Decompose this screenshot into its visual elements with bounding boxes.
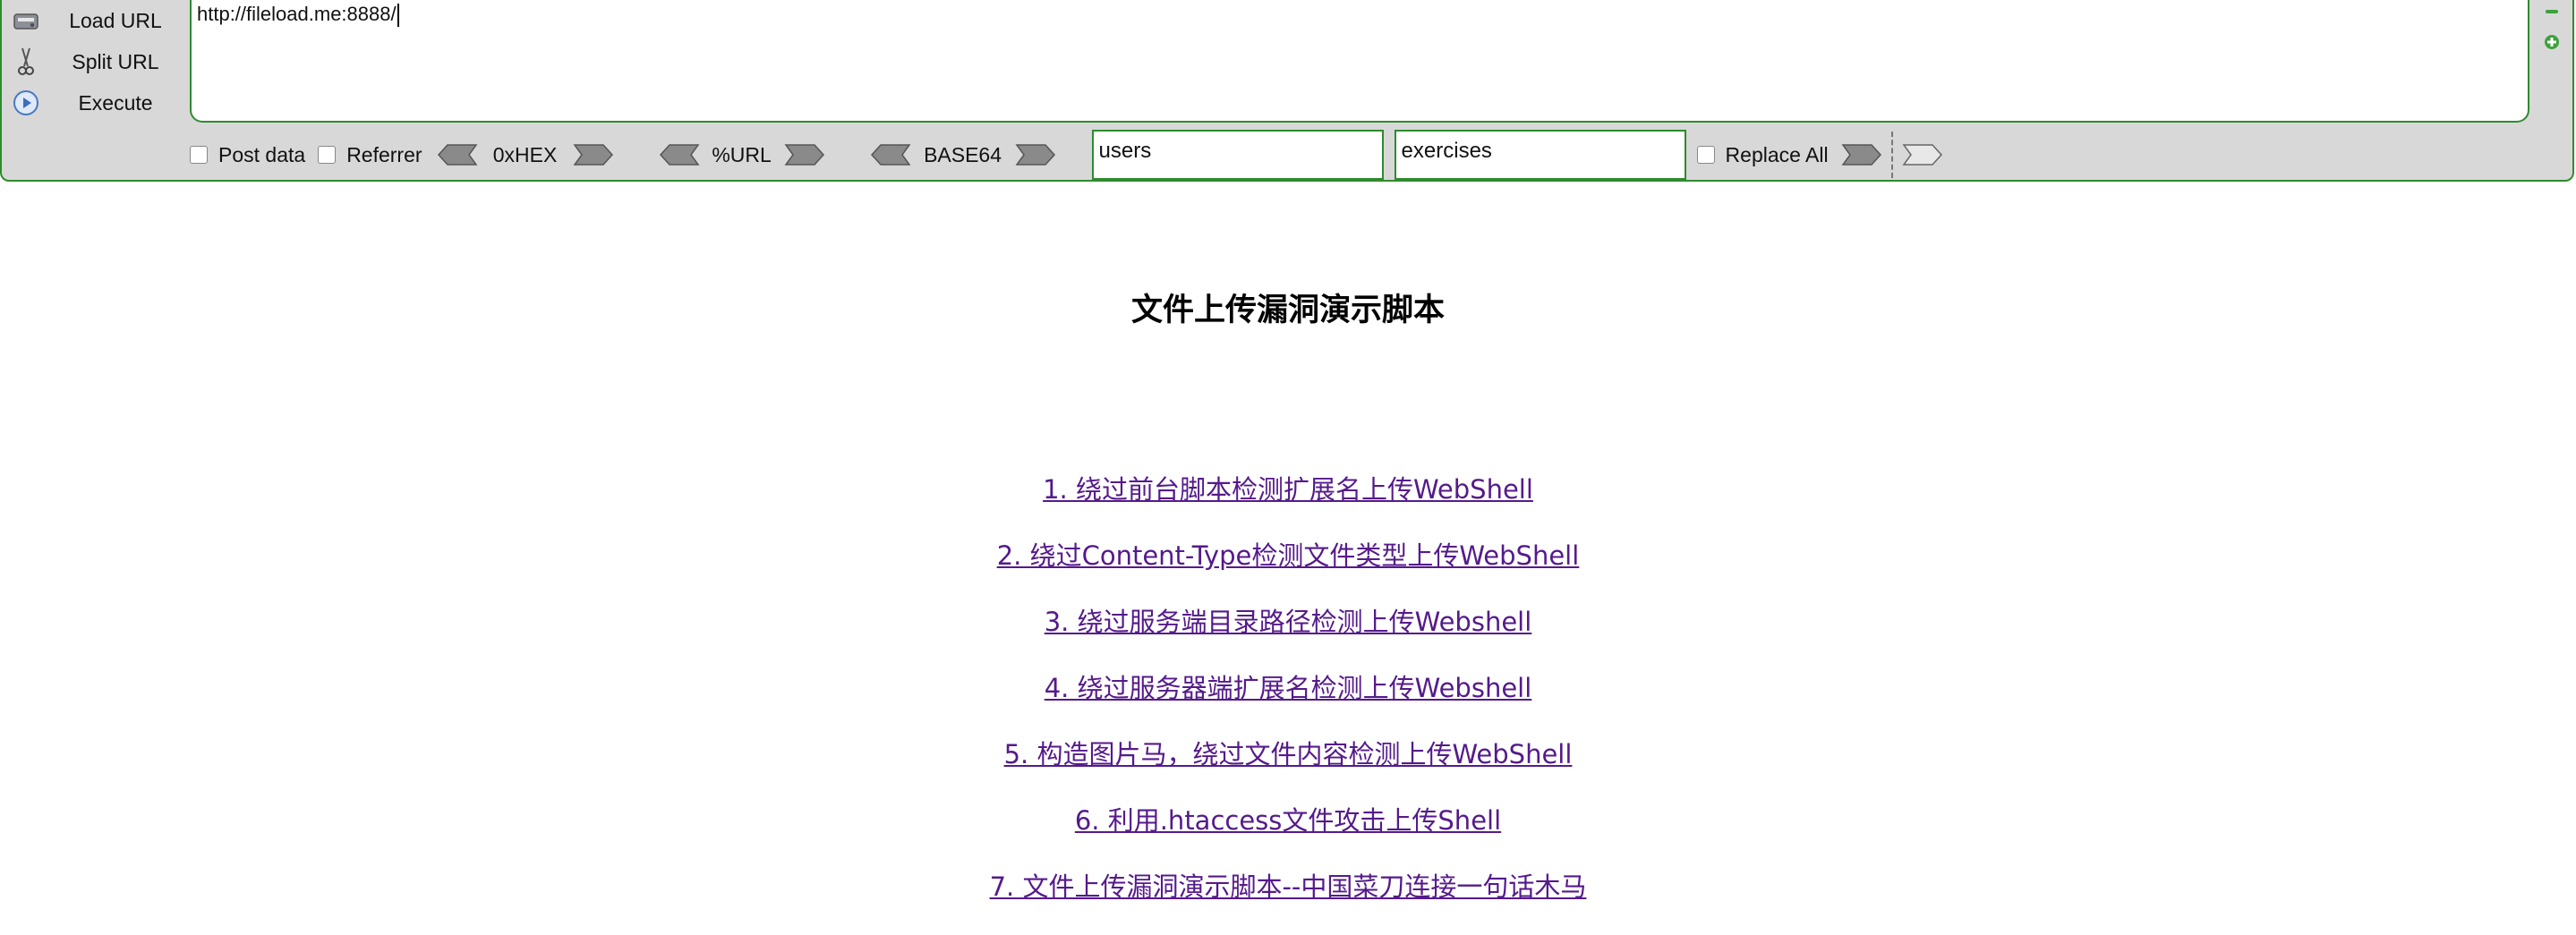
split-url-button[interactable]: Split URL <box>11 41 190 82</box>
replace-all-checkbox[interactable]: Replace All <box>1696 142 1829 167</box>
url-encode-arrow-icon[interactable] <box>784 141 825 168</box>
minus-icon[interactable] <box>2544 7 2560 16</box>
play-icon <box>11 88 41 118</box>
hex-encode-arrow-icon[interactable] <box>573 141 614 168</box>
url-value: http://fileload.me:8888/ <box>197 3 397 25</box>
load-url-icon <box>11 5 41 36</box>
exercise-link-2[interactable]: 2. 绕过Content-Type检测文件类型上传WebShell <box>0 538 2576 604</box>
post-data-box[interactable] <box>190 146 208 164</box>
base64-encode-arrow-icon[interactable] <box>1015 141 1056 168</box>
post-data-label: Post data <box>218 142 306 166</box>
url-decode-arrow-icon[interactable] <box>659 141 700 168</box>
url-textarea[interactable]: http://fileload.me:8888/ <box>190 0 2529 123</box>
exercise-link-3[interactable]: 3. 绕过服务端目录路径检测上传Webshell <box>0 604 2576 670</box>
replace-next-arrow-icon[interactable] <box>1902 141 1943 168</box>
command-list: Load URL Split URL Execute <box>11 0 190 123</box>
exercise-link-5[interactable]: 5. 构造图片马，绕过文件内容检测上传WebShell <box>0 736 2576 803</box>
split-url-label: Split URL <box>72 49 159 73</box>
referrer-box[interactable] <box>318 146 337 164</box>
load-url-label: Load URL <box>69 8 162 32</box>
exercise-link-6[interactable]: 6. 利用.htaccess文件攻击上传Shell <box>0 803 2576 869</box>
url-encode-label: %URL <box>712 142 772 166</box>
exercise-link-list: 1. 绕过前台脚本检测扩展名上传WebShell 2. 绕过Content-Ty… <box>0 472 2576 935</box>
base64-label: BASE64 <box>924 142 1002 166</box>
replace-from-input[interactable]: users <box>1091 130 1384 180</box>
replace-all-label: Replace All <box>1725 142 1829 166</box>
post-data-checkbox[interactable]: Post data <box>190 143 305 167</box>
hex-decode-arrow-icon[interactable] <box>437 141 478 168</box>
page-title: 文件上传漏洞演示脚本 <box>1130 293 1445 328</box>
base64-decode-arrow-icon[interactable] <box>870 141 911 168</box>
exercise-link-4[interactable]: 4. 绕过服务器端扩展名检测上传Webshell <box>0 670 2576 736</box>
plus-icon[interactable] <box>2544 34 2560 50</box>
scissors-icon <box>11 47 41 77</box>
hex-label: 0xHEX <box>492 142 558 166</box>
replace-arrow-icon[interactable] <box>1841 141 1882 168</box>
replace-to-input[interactable]: exercises <box>1394 130 1686 180</box>
referrer-label: Referrer <box>346 142 422 166</box>
exercise-link-1[interactable]: 1. 绕过前台脚本检测扩展名上传WebShell <box>0 472 2576 538</box>
replace-all-box[interactable] <box>1696 146 1715 164</box>
exercise-link-7[interactable]: 7. 文件上传漏洞演示脚本--中国菜刀连接一句话木马 <box>0 869 2576 935</box>
hackbar-toolbar: Load URL Split URL Execute http://filelo… <box>0 0 2574 182</box>
execute-label: Execute <box>78 90 153 115</box>
text-caret <box>397 4 399 28</box>
options-row: Post data Referrer 0xHEX %URL BASE64 use… <box>190 130 1943 180</box>
referrer-checkbox[interactable]: Referrer <box>318 143 422 167</box>
load-url-button[interactable]: Load URL <box>11 0 190 41</box>
toolbar-separator <box>1890 132 1893 178</box>
execute-button[interactable]: Execute <box>11 82 190 123</box>
